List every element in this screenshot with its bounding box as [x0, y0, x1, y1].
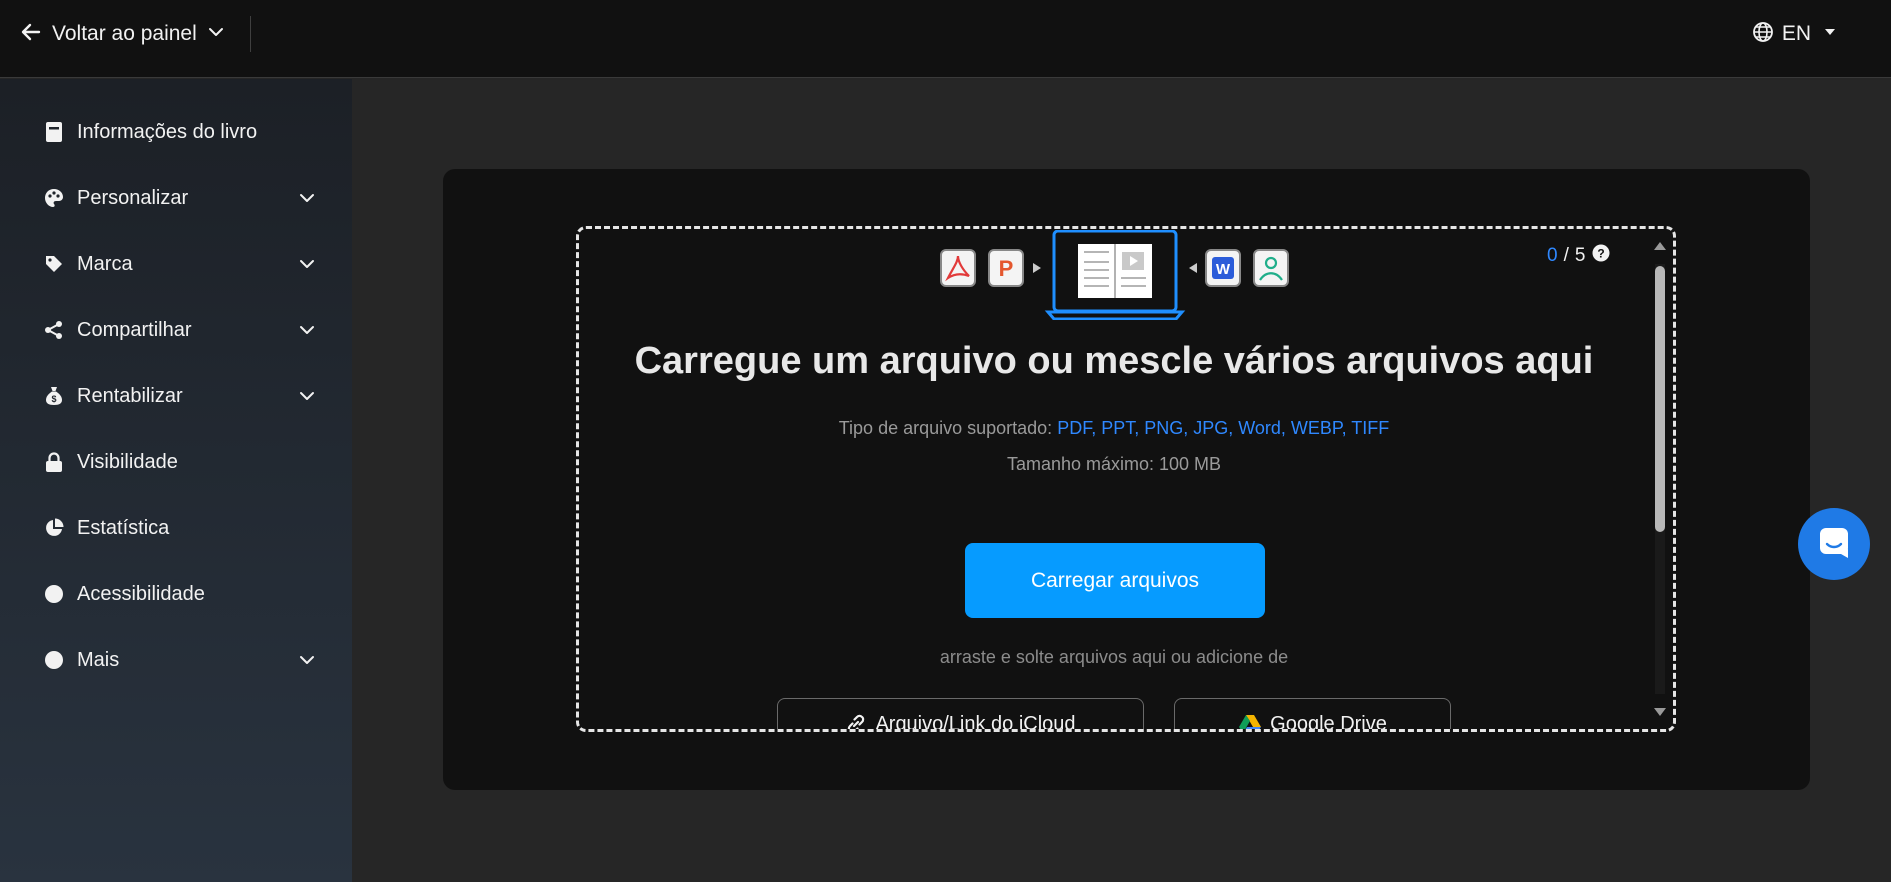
chat-icon [1817, 525, 1851, 564]
dropzone-scrollbar[interactable] [1651, 236, 1669, 724]
sidebar-item-label: Informações do livro [77, 120, 258, 143]
sidebar: Informações do livro Personalizar Marca … [0, 79, 352, 882]
sidebar-item-label: Compartilhar [77, 318, 192, 341]
chevron-down-icon [297, 650, 317, 670]
sidebar-item-label: Mais [77, 648, 120, 671]
palette-icon [44, 188, 64, 208]
chevron-down-icon [297, 320, 317, 340]
scrollbar-thumb[interactable] [1655, 266, 1665, 532]
sidebar-item-label: Visibilidade [77, 450, 178, 473]
sidebar-item-label: Acessibilidade [77, 582, 205, 605]
sidebar-item-statistics[interactable]: Estatística [0, 503, 352, 553]
caret-down-icon [1819, 25, 1841, 44]
google-drive-source-button[interactable]: Google Drive [1174, 698, 1451, 729]
svg-text:$: $ [51, 394, 56, 404]
more-icon [44, 650, 64, 670]
accessibility-icon [44, 584, 64, 604]
sidebar-item-visibility[interactable]: Visibilidade [0, 437, 352, 487]
back-to-dashboard-label: Voltar ao painel [52, 22, 197, 45]
scroll-up-icon[interactable] [1653, 240, 1667, 252]
arrow-left-icon [20, 21, 42, 48]
scroll-down-icon[interactable] [1653, 706, 1667, 718]
lock-icon [44, 452, 64, 472]
top-bar: Voltar ao painel EN [0, 0, 1891, 78]
chevron-down-icon[interactable] [207, 23, 225, 46]
book-icon [44, 122, 64, 142]
icloud-source-button[interactable]: Arquivo/Link do iCloud [777, 698, 1144, 729]
chevron-down-icon [297, 188, 317, 208]
google-drive-source-label: Google Drive [1270, 713, 1387, 729]
share-icon [44, 320, 64, 340]
topbar-divider [250, 16, 251, 52]
language-selector[interactable]: EN [1752, 18, 1841, 50]
sidebar-item-label: Estatística [77, 516, 170, 539]
globe-icon [1752, 21, 1774, 48]
language-label: EN [1781, 22, 1811, 45]
chevron-down-icon [297, 386, 317, 406]
sidebar-item-label: Rentabilizar [77, 384, 183, 407]
source-buttons-clip: Arquivo/Link do iCloud Google Drive [579, 229, 1649, 729]
sidebar-item-monetize[interactable]: $ Rentabilizar [0, 371, 352, 421]
chat-support-button[interactable] [1798, 508, 1870, 580]
back-to-dashboard-button[interactable]: Voltar ao painel [20, 18, 225, 50]
icloud-source-label: Arquivo/Link do iCloud [875, 713, 1076, 729]
link-icon [845, 713, 867, 729]
sidebar-item-customize[interactable]: Personalizar [0, 173, 352, 223]
money-bag-icon: $ [44, 386, 64, 406]
google-drive-icon [1238, 713, 1262, 729]
sidebar-item-more[interactable]: Mais [0, 635, 352, 685]
pie-chart-icon [44, 518, 64, 538]
sidebar-item-book-info[interactable]: Informações do livro [0, 107, 352, 157]
sidebar-item-label: Personalizar [77, 186, 189, 209]
sidebar-item-accessibility[interactable]: Acessibilidade [0, 569, 352, 619]
